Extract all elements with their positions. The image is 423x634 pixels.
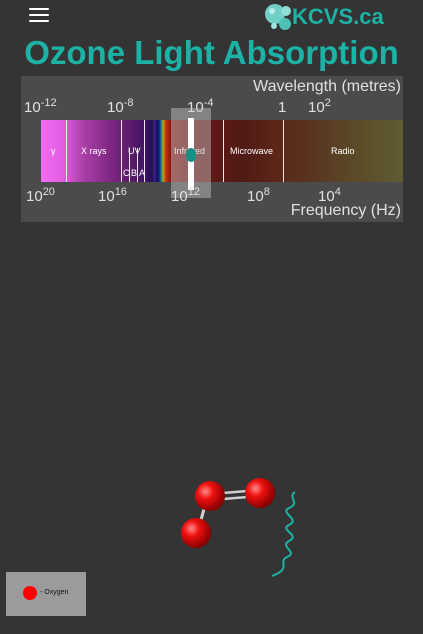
spectrum-panel: Wavelength (metres) 10-12 10-8 10-4 1 10… [21, 76, 403, 222]
menu-line [29, 20, 49, 22]
oxygen-legend-label: - Oxygen [40, 589, 69, 596]
kcvs-logo[interactable]: KCVS.ca [264, 0, 384, 34]
oxygen-legend-dot [23, 586, 37, 600]
wavelength-tick: 10-8 [107, 97, 134, 116]
wavelength-tick: 102 [308, 97, 331, 116]
hamburger-menu-icon[interactable] [29, 8, 49, 22]
oxygen-atom [195, 481, 225, 511]
band-label-uv-b: B [131, 168, 138, 178]
band-label-microwave: Microwave [230, 146, 274, 156]
band-label-xrays: X rays [81, 146, 107, 156]
band-divider [121, 120, 122, 182]
logo-text: KCVS.ca [292, 4, 384, 29]
oxygen-atom [245, 478, 275, 508]
wavelength-tick: 10-12 [24, 97, 57, 116]
selector-knob[interactable] [186, 148, 196, 162]
kcvs-bubbles-icon [265, 4, 291, 30]
frequency-tick: 108 [247, 186, 270, 205]
wavelength-axis-label: Wavelength (metres) [253, 78, 401, 95]
light-wave-icon [271, 491, 296, 577]
band-label-uv-c: C [123, 168, 130, 178]
wavelength-tick: 1 [278, 99, 287, 116]
wavelength-selector-handle[interactable] [171, 108, 211, 198]
legend-box: - Oxygen [6, 572, 86, 616]
menu-line [29, 8, 49, 10]
band-label-gamma: γ [51, 146, 56, 156]
band-divider [223, 120, 224, 182]
frequency-axis-label: Frequency (Hz) [290, 202, 401, 219]
oxygen-atom [181, 518, 211, 548]
menu-line [29, 14, 49, 16]
frequency-tick: 1020 [26, 186, 55, 205]
band-divider [66, 120, 67, 182]
band-label-uv: UV [128, 146, 141, 156]
band-label-uv-a: A [139, 168, 146, 178]
ozone-molecule [181, 478, 296, 577]
band-divider [283, 120, 284, 182]
band-label-radio: Radio [331, 146, 355, 156]
page-title: Ozone Light Absorption [24, 34, 399, 71]
electromagnetic-spectrum-band[interactable]: γ X rays UV C B A Infrared Microwave Rad… [41, 120, 403, 182]
frequency-tick: 1016 [98, 186, 127, 205]
frequency-tick: 1012 [171, 186, 200, 205]
